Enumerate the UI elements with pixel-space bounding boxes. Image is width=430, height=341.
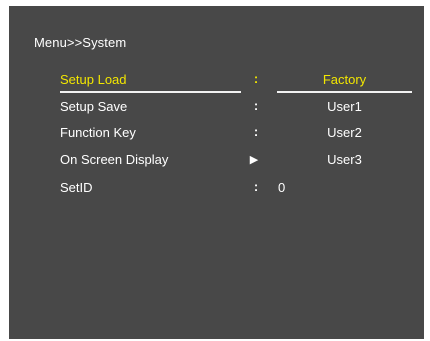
menu-item-label: SetID xyxy=(60,180,93,195)
option-user1[interactable]: User1 xyxy=(277,99,412,114)
separator-colon: : xyxy=(253,98,259,113)
menu-item-label: Setup Save xyxy=(60,99,128,114)
menu-item-setup-save[interactable]: Setup Save : User1 xyxy=(9,98,424,121)
selection-underline xyxy=(60,91,241,93)
option-factory[interactable]: Factory xyxy=(277,72,412,87)
menu-item-setup-load[interactable]: Setup Load : Factory xyxy=(9,71,424,94)
breadcrumb: Menu>>System xyxy=(34,35,127,50)
osd-menu-content: Menu>>System Setup Load : Factory Setup … xyxy=(9,6,424,339)
menu-item-function-key[interactable]: Function Key : User2 xyxy=(9,124,424,147)
setid-value[interactable]: 0 xyxy=(278,180,285,195)
menu-item-setid[interactable]: SetID : 0 xyxy=(9,179,424,202)
menu-item-label: Setup Load xyxy=(60,72,127,87)
option-underline xyxy=(277,91,412,93)
submenu-arrow-icon: ▶ xyxy=(249,154,259,166)
option-user2[interactable]: User2 xyxy=(277,125,412,140)
separator-colon: : xyxy=(253,124,259,139)
osd-menu-panel: Menu>>System Setup Load : Factory Setup … xyxy=(9,6,424,339)
menu-item-label: On Screen Display xyxy=(60,152,169,167)
separator-colon: : xyxy=(253,71,259,86)
option-user3[interactable]: User3 xyxy=(277,152,412,167)
separator-colon: : xyxy=(253,179,259,194)
menu-item-label: Function Key xyxy=(60,125,136,140)
menu-item-on-screen-display[interactable]: On Screen Display ▶ User3 xyxy=(9,152,424,174)
